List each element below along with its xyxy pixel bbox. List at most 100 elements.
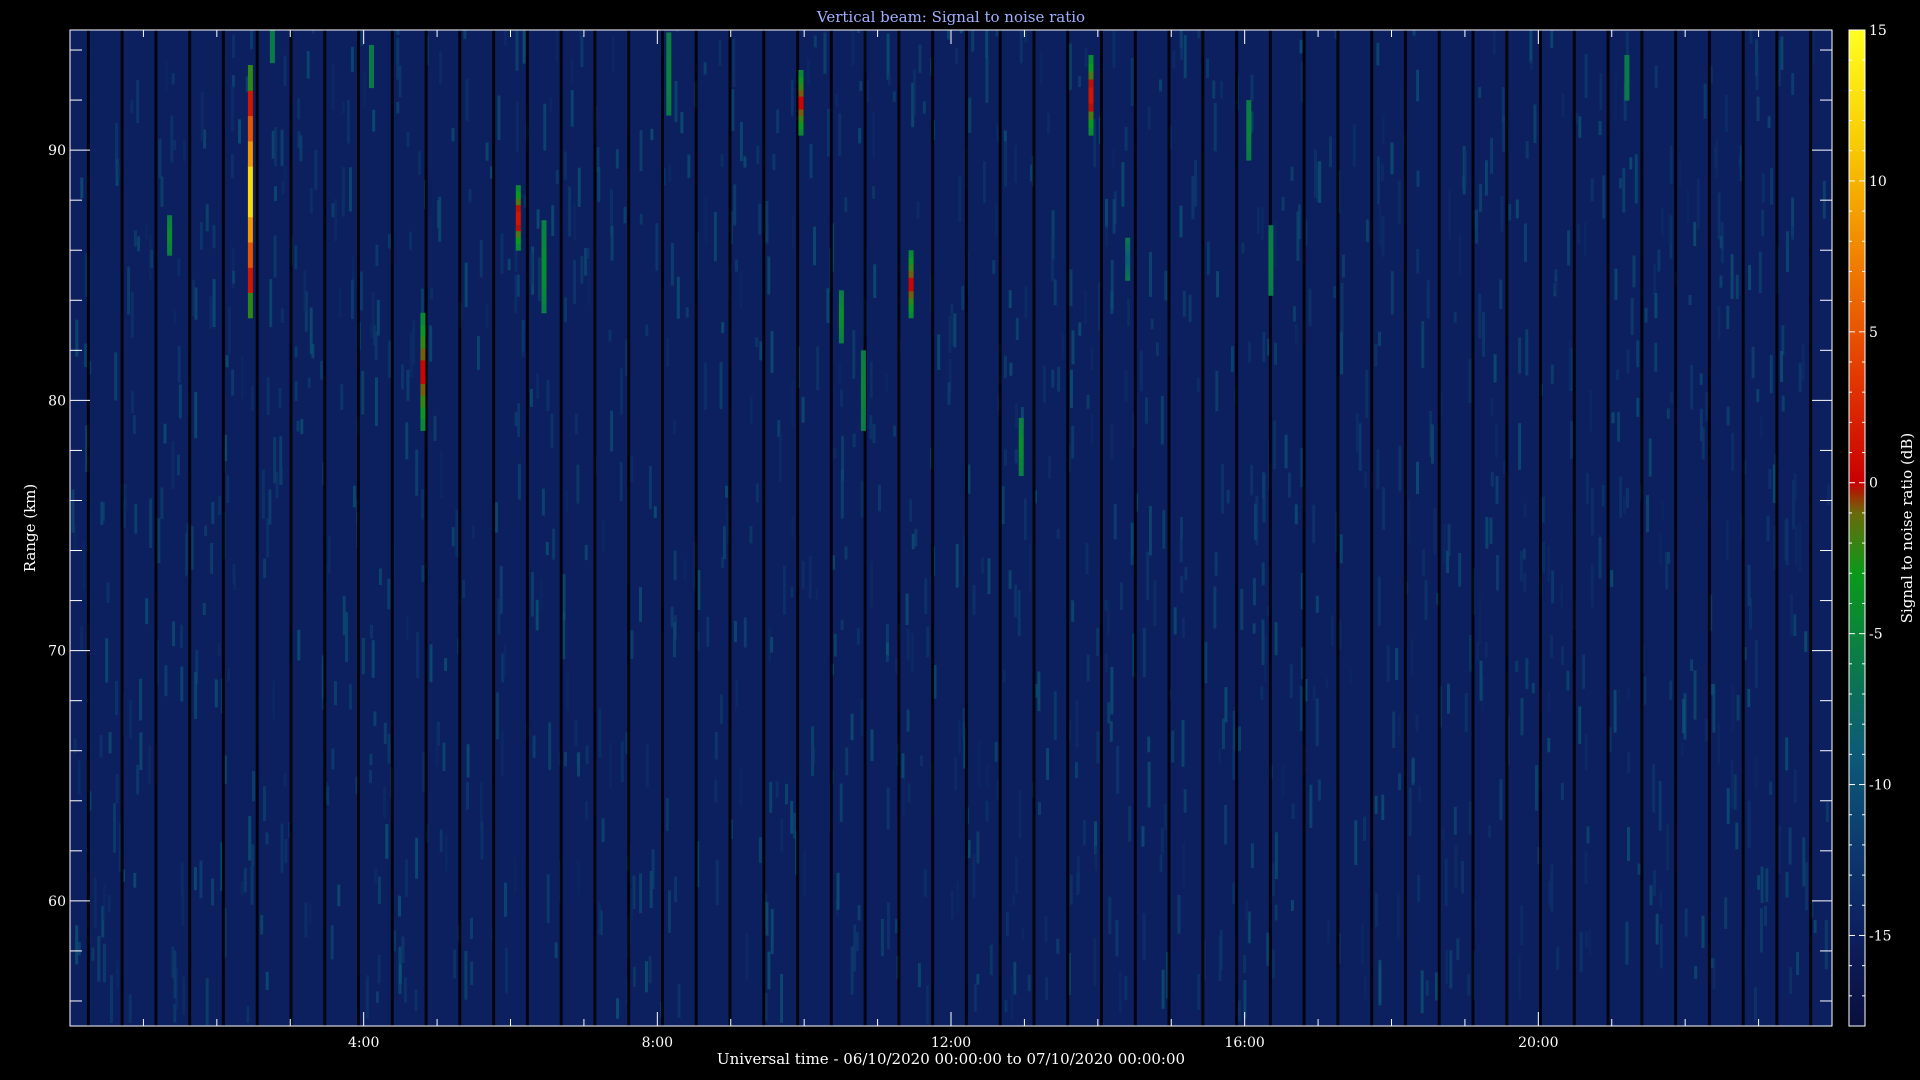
meteor-echo-segment — [1088, 111, 1094, 120]
noise-speckle — [204, 525, 208, 536]
noise-speckle — [1515, 199, 1519, 219]
noise-speckle — [263, 558, 267, 578]
noise-speckle — [435, 725, 439, 767]
noise-speckle — [566, 672, 569, 711]
noise-speckle — [1042, 365, 1046, 404]
noise-speckle — [780, 973, 784, 1023]
meteor-echo-segment — [1088, 55, 1094, 64]
noise-speckle — [278, 388, 282, 409]
snr-chart: Vertical beam: Signal to noise ratio 4:0… — [21, 8, 1916, 1068]
noise-speckle — [1490, 398, 1494, 416]
noise-speckle — [1705, 391, 1709, 422]
noise-speckle — [1812, 30, 1816, 64]
noise-speckle — [1724, 94, 1728, 133]
noise-speckle — [1340, 331, 1344, 375]
noise-speckle — [1182, 290, 1186, 317]
noise-speckle — [299, 135, 303, 162]
noise-speckle — [801, 396, 805, 423]
noise-speckle — [759, 341, 763, 361]
noise-speckle — [1701, 915, 1705, 949]
meteor-echo-segment — [515, 191, 521, 199]
noise-speckle — [227, 307, 231, 355]
noise-speckle — [497, 598, 501, 635]
noise-speckle — [1495, 476, 1499, 504]
meteor-echo-segment — [420, 371, 426, 384]
noise-speckle — [1069, 874, 1073, 905]
noise-speckle — [1756, 96, 1760, 122]
meteor-echo-segment — [541, 266, 547, 277]
noise-speckle — [1206, 241, 1210, 276]
data-gap — [1403, 30, 1407, 1026]
noise-speckle — [1578, 706, 1582, 745]
noise-speckle — [113, 803, 116, 853]
noise-speckle — [352, 485, 356, 508]
noise-speckle — [1130, 57, 1134, 106]
meteor-echo-segment — [1125, 259, 1131, 264]
noise-speckle — [1274, 904, 1278, 921]
noise-speckle — [1294, 324, 1298, 346]
noise-speckle — [827, 108, 831, 157]
noise-speckle — [838, 362, 842, 384]
noise-speckle — [548, 722, 552, 770]
meteor-echo-segment — [860, 350, 866, 359]
noise-speckle — [1086, 654, 1090, 682]
noise-speckle — [180, 666, 184, 702]
noise-speckle — [666, 337, 670, 367]
noise-speckle — [1791, 225, 1795, 241]
noise-speckle — [382, 786, 386, 818]
noise-speckle — [306, 51, 310, 79]
meteor-echo-segment — [541, 294, 547, 305]
noise-speckle — [1568, 338, 1572, 389]
noise-speckle — [238, 119, 241, 144]
noise-speckle — [673, 550, 677, 581]
noise-speckle — [886, 787, 890, 830]
noise-speckle — [340, 384, 344, 411]
noise-speckle — [902, 777, 906, 817]
noise-speckle — [911, 533, 915, 550]
noise-speckle — [1039, 52, 1043, 85]
noise-speckle — [1416, 461, 1419, 494]
noise-speckle — [1523, 503, 1527, 518]
noise-speckle — [149, 498, 153, 548]
meteor-echo-segment — [1125, 271, 1131, 277]
noise-speckle — [1230, 346, 1234, 372]
colorbar — [1849, 30, 1865, 1026]
noise-speckle — [1796, 952, 1800, 976]
x-axis-label: Universal time - 06/10/2020 00:00:00 to … — [717, 1050, 1185, 1068]
noise-speckle — [1262, 473, 1266, 523]
noise-speckle — [953, 313, 957, 348]
noise-speckle — [870, 561, 874, 608]
meteor-echo-segment — [666, 90, 672, 100]
noise-speckle — [644, 961, 648, 993]
noise-speckle — [1139, 350, 1143, 392]
noise-speckle — [1003, 130, 1007, 141]
noise-speckle — [1696, 179, 1700, 229]
noise-speckle — [731, 89, 735, 131]
noise-speckle — [1768, 468, 1772, 490]
noise-speckle — [1614, 268, 1618, 300]
noise-speckle — [972, 584, 976, 615]
meteor-echo-segment — [1268, 232, 1274, 240]
noise-speckle — [1250, 843, 1254, 868]
noise-speckle — [838, 113, 842, 157]
noise-speckle — [1805, 862, 1808, 911]
noise-speckle — [720, 694, 723, 724]
noise-speckle — [1548, 881, 1552, 907]
noise-speckle — [1262, 331, 1266, 362]
noise-speckle — [1500, 196, 1504, 232]
data-gap — [424, 30, 428, 1026]
noise-speckle — [1118, 970, 1122, 1014]
noise-speckle — [845, 747, 849, 776]
meteor-echo-segment — [541, 238, 547, 249]
noise-speckle — [314, 149, 318, 190]
noise-speckle — [375, 991, 379, 1003]
noise-speckle — [1690, 365, 1694, 410]
noise-speckle — [114, 352, 118, 401]
noise-speckle — [1755, 53, 1759, 91]
noise-speckle — [398, 895, 401, 917]
noise-speckle — [240, 880, 244, 896]
noise-speckle — [552, 528, 556, 560]
data-gap — [1674, 30, 1678, 1026]
noise-speckle — [231, 369, 235, 396]
noise-speckle — [361, 638, 365, 675]
